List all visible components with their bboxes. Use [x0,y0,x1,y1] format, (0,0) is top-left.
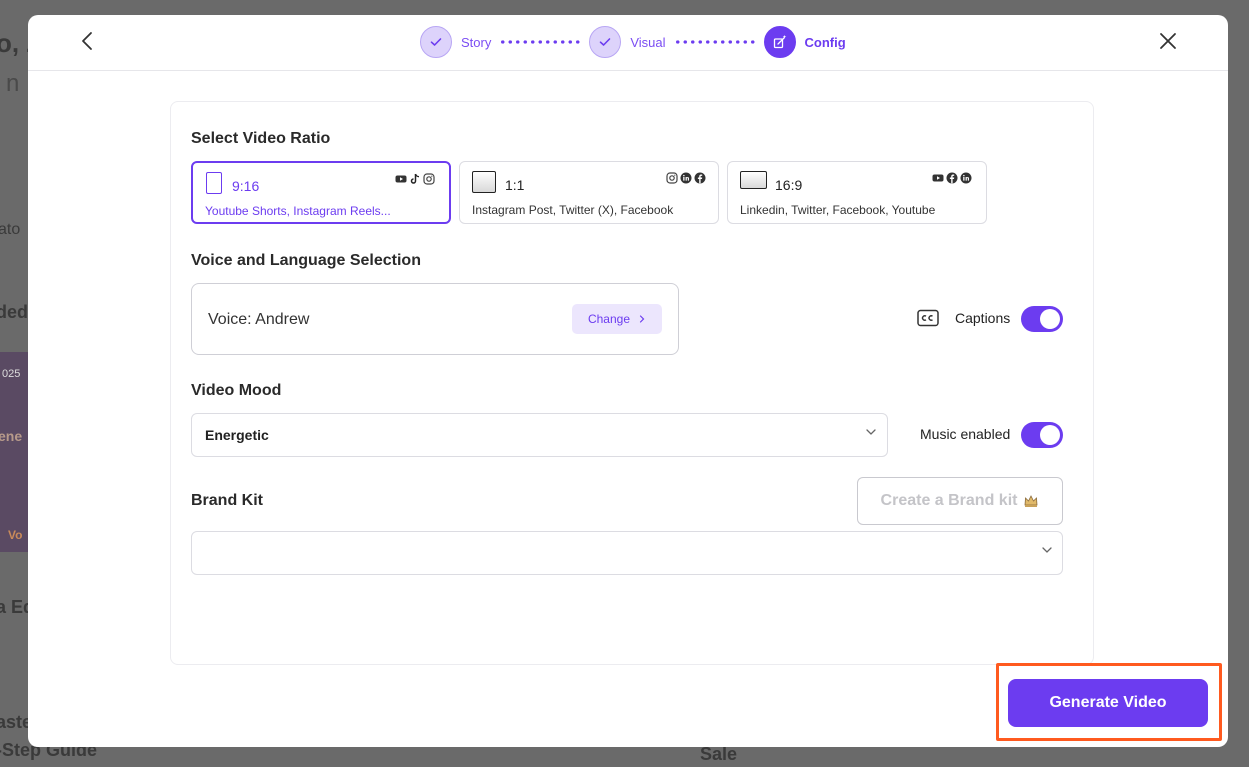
captions-icon [917,309,939,327]
voice-selector: Voice: Andrew Change [191,283,679,355]
chevron-left-icon [82,32,92,50]
video-mood-title: Video Mood [191,382,282,399]
stepper: Story Visual Config [420,25,846,59]
instagram-icon [666,172,678,184]
magic-edit-icon [773,35,786,49]
linkedin-icon [680,172,692,184]
create-brand-kit-button[interactable]: Create a Brand kit [857,477,1063,525]
step-label: Config [804,34,846,50]
voice-section-title: Voice and Language Selection [191,252,421,269]
ratio-description: Instagram Post, Twitter (X), Facebook [472,203,674,217]
bg-video-card [0,352,28,552]
platform-icons [666,172,706,184]
step-config[interactable]: Config [763,26,846,58]
platform-icons [395,173,435,185]
square-ratio-icon [472,171,496,193]
platform-icons [932,172,972,184]
brand-kit-title: Brand Kit [191,492,263,509]
step-circle [589,26,622,58]
change-label: Change [587,312,631,326]
step-story[interactable]: Story [420,26,491,58]
create-brand-kit-label: Create a Brand kit [880,492,1018,509]
generate-video-button[interactable]: Generate Video [1008,679,1208,727]
change-voice-button[interactable]: Change [572,304,662,334]
bg-text: ato [0,221,21,238]
ratio-description: Youtube Shorts, Instagram Reels... [205,204,391,218]
landscape-ratio-icon [740,171,767,189]
bg-text: Sale [700,744,738,764]
music-toggle[interactable] [1021,422,1063,448]
step-circle [420,26,452,58]
close-button[interactable] [1156,29,1180,53]
step-visual[interactable]: Visual [589,26,666,58]
check-icon [600,38,611,46]
linkedin-icon [960,172,972,184]
check-icon [430,38,442,46]
portrait-ratio-icon [206,172,222,194]
chevron-right-icon [639,315,645,323]
step-connector [499,40,582,44]
ratio-description: Linkedin, Twitter, Facebook, Youtube [740,203,936,217]
step-label: Visual [630,34,666,50]
voice-label: Voice: Andrew [208,311,310,328]
ratio-value: 1:1 [505,177,525,193]
chevron-down-icon [866,429,876,435]
bg-text: 025 [2,368,21,380]
close-icon [1160,33,1176,49]
tiktok-icon [410,173,420,184]
bg-text: n [6,70,20,97]
bg-text: ded [0,302,29,322]
chevron-down-icon [1042,547,1052,553]
facebook-icon [694,172,706,184]
brand-kit-select[interactable] [191,531,1063,575]
bg-text: ene [0,428,23,444]
bg-text: Vo [8,528,23,542]
captions-label: Captions [955,310,1011,326]
step-circle [763,26,796,58]
ratio-value: 9:16 [232,178,260,194]
captions-toggle[interactable] [1021,306,1063,332]
video-ratio-title: Select Video Ratio [191,130,331,147]
step-label: Story [461,34,492,50]
youtube-icon [395,175,407,183]
ratio-option-16-9[interactable]: 16:9 Linkedin, Twitter, Facebook, Youtub… [727,161,987,224]
crown-icon [1025,495,1038,507]
config-modal: Story Visual Config Select Video Ratio 9… [28,15,1228,747]
mood-value: Energetic [205,427,269,443]
ratio-value: 16:9 [775,177,803,193]
facebook-icon [946,172,958,184]
instagram-icon [423,173,435,185]
step-connector [673,40,756,44]
video-mood-select[interactable]: Energetic [191,413,888,457]
music-label: Music enabled [920,426,1011,442]
ratio-option-1-1[interactable]: 1:1 Instagram Post, Twitter (X), Faceboo… [459,161,719,224]
ratio-option-9-16[interactable]: 9:16 Youtube Shorts, Instagram Reels... [191,161,451,224]
back-button[interactable] [76,29,100,53]
modal-header: Story Visual Config [28,15,1228,71]
config-card: Select Video Ratio 9:16 Youtube Shorts, … [170,101,1094,665]
youtube-icon [932,174,944,182]
